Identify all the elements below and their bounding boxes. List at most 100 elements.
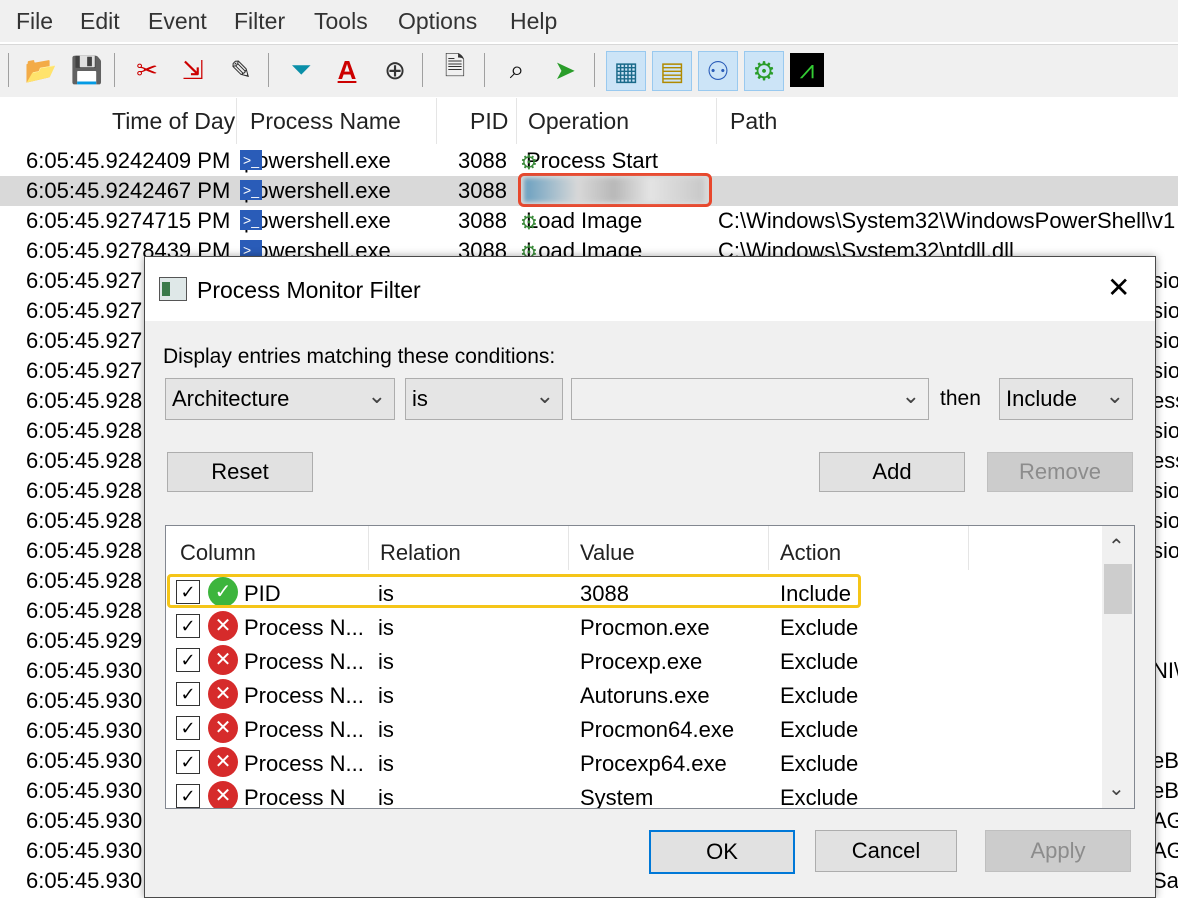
rule-relation: is <box>378 683 394 708</box>
rules-header-action[interactable]: Action <box>780 540 841 566</box>
rule-checkbox[interactable]: ✓ <box>176 750 200 774</box>
time-cell: 6:05:45.927 <box>26 268 143 293</box>
rule-checkbox[interactable]: ✓ <box>176 682 200 706</box>
clear-icon[interactable]: ✎ <box>222 51 260 89</box>
menu-help[interactable]: Help <box>510 8 557 35</box>
capture-icon[interactable]: ✂ <box>128 51 166 89</box>
column-process-name[interactable]: Process Name <box>250 108 401 135</box>
table-row[interactable]: 6:05:45.9274715 PM >_ powershell.exe 3088 ⚙ L… <box>0 206 1178 236</box>
filter-rule-row[interactable]: ✓ ✕ Process N... is Procexp64.exe Exclude <box>166 746 1101 780</box>
highlight-icon[interactable]: A <box>328 51 366 89</box>
cancel-button[interactable]: Cancel <box>815 830 957 872</box>
apply-button[interactable]: Apply <box>985 830 1131 872</box>
autoscroll-icon[interactable]: ⇲ <box>174 51 212 89</box>
operation-cell: ⚙ Process Start <box>520 148 658 174</box>
toolbar: 📂 💾 ✂ ⇲ ✎ ⏷ A ⊕ 🗎 ⌕ ➤ ▦ ▤ ⚇ ⚙ ⩘ <box>0 44 1178 97</box>
time-cell: 6:05:45.927 <box>26 298 143 323</box>
column-divider[interactable] <box>568 526 569 570</box>
column-pid[interactable]: PID <box>470 108 508 135</box>
column-divider[interactable] <box>236 98 237 144</box>
close-icon[interactable]: ✕ <box>1107 271 1130 304</box>
open-icon[interactable]: 📂 <box>22 51 60 89</box>
column-divider[interactable] <box>716 98 717 144</box>
action-select[interactable]: Include ⌄ <box>999 378 1133 420</box>
blurred-operation <box>524 178 704 202</box>
menu-file[interactable]: File <box>16 8 53 35</box>
operation-icon: ⚙ <box>520 152 538 174</box>
value-combobox[interactable]: ⌄ <box>571 378 929 420</box>
target-icon[interactable]: ⊕ <box>376 51 414 89</box>
column-divider[interactable] <box>368 526 369 570</box>
time-cell: 6:05:45.930 <box>26 748 143 773</box>
process-cell: >_ powershell.exe <box>240 148 391 174</box>
filter-rules-list[interactable]: Column Relation Value Action ✓ ✓ PID is 3088… <box>165 525 1135 809</box>
filter-rule-row[interactable]: ✓ ✕ Process N... is Procmon64.exe Exclude <box>166 712 1101 746</box>
save-icon[interactable]: 💾 <box>68 51 106 89</box>
rule-value: Autoruns.exe <box>580 683 710 708</box>
filter-rule-row[interactable]: ✓ ✕ Process N is System Exclude <box>166 780 1101 809</box>
rules-header-relation[interactable]: Relation <box>380 540 461 566</box>
column-path[interactable]: Path <box>730 108 777 135</box>
chevron-down-icon[interactable]: ⌄ <box>1108 776 1125 801</box>
filter-icon[interactable]: ⏷ <box>282 51 320 89</box>
column-divider[interactable] <box>436 98 437 144</box>
reset-button[interactable]: Reset <box>167 452 313 492</box>
menu-tools[interactable]: Tools <box>314 8 368 35</box>
column-divider[interactable] <box>516 98 517 144</box>
column-time-of-day[interactable]: Time of Day <box>112 108 235 135</box>
toolbar-separator <box>422 53 423 87</box>
add-button[interactable]: Add <box>819 452 965 492</box>
operation-name: Process Start <box>526 148 659 173</box>
operation-icon: ⚙ <box>520 212 538 234</box>
filesystem-activity-icon[interactable]: ▤ <box>652 51 692 91</box>
remove-button[interactable]: Remove <box>987 452 1133 492</box>
dialog-app-icon <box>159 277 187 301</box>
time-cell: 6:05:45.930 <box>26 838 143 863</box>
rule-column: Process N <box>244 785 346 809</box>
filter-rule-row[interactable]: ✓ ✕ Process N... is Procmon.exe Exclude <box>166 610 1101 644</box>
relation-select-value: is <box>412 386 428 411</box>
ok-button[interactable]: OK <box>649 830 795 874</box>
dialog-titlebar[interactable]: Process Monitor Filter ✕ <box>145 257 1155 321</box>
rules-header-column[interactable]: Column <box>180 540 256 566</box>
table-row[interactable]: 6:05:45.9242409 PM >_ powershell.exe 3088 ⚙ P… <box>0 146 1178 176</box>
toolbar-separator <box>484 53 485 87</box>
chevron-up-icon[interactable]: ⌃ <box>1108 534 1125 559</box>
rules-header-value[interactable]: Value <box>580 540 635 566</box>
filter-rule-row[interactable]: ✓ ✕ Process N... is Autoruns.exe Exclude <box>166 678 1101 712</box>
rule-checkbox[interactable]: ✓ <box>176 784 200 808</box>
rules-scrollbar[interactable]: ⌃ ⌄ <box>1102 526 1134 808</box>
menu-bar: File Edit Event Filter Tools Options Hel… <box>0 0 1178 42</box>
rule-value: Procexp.exe <box>580 649 703 674</box>
process-activity-icon[interactable]: ⚙ <box>744 51 784 91</box>
jump-icon[interactable]: ➤ <box>546 51 584 89</box>
menu-options[interactable]: Options <box>398 8 477 35</box>
filter-rule-row[interactable]: ✓ ✕ Process N... is Procexp.exe Exclude <box>166 644 1101 678</box>
relation-select[interactable]: is ⌄ <box>405 378 563 420</box>
find-icon[interactable]: ⌕ <box>498 51 536 89</box>
registry-activity-icon[interactable]: ▦ <box>606 51 646 91</box>
properties-icon[interactable]: 🗎 <box>436 51 474 89</box>
rule-checkbox[interactable]: ✓ <box>176 614 200 638</box>
path-cell: C:\Windows\System32\WindowsPowerShell\v1 <box>718 208 1176 233</box>
menu-edit[interactable]: Edit <box>80 8 120 35</box>
column-select[interactable]: Architecture ⌄ <box>165 378 395 420</box>
rule-checkbox[interactable]: ✓ <box>176 716 200 740</box>
menu-filter[interactable]: Filter <box>234 8 285 35</box>
menu-event[interactable]: Event <box>148 8 207 35</box>
column-operation[interactable]: Operation <box>528 108 629 135</box>
operation-name: Load Image <box>526 208 643 233</box>
column-divider[interactable] <box>968 526 969 570</box>
rule-checkbox[interactable]: ✓ <box>176 648 200 672</box>
scrollbar-thumb[interactable] <box>1104 564 1132 614</box>
process-cell: >_ powershell.exe <box>240 178 391 204</box>
rule-value: Procmon64.exe <box>580 717 735 742</box>
powershell-icon: >_ <box>240 180 262 200</box>
rule-relation: is <box>378 717 394 742</box>
time-cell: 6:05:45.930 <box>26 778 143 803</box>
time-cell: 6:05:45.9242467 PM <box>26 178 231 203</box>
column-divider[interactable] <box>768 526 769 570</box>
time-cell: 6:05:45.930 <box>26 658 143 683</box>
profiling-activity-icon[interactable]: ⩘ <box>790 53 824 87</box>
network-activity-icon[interactable]: ⚇ <box>698 51 738 91</box>
